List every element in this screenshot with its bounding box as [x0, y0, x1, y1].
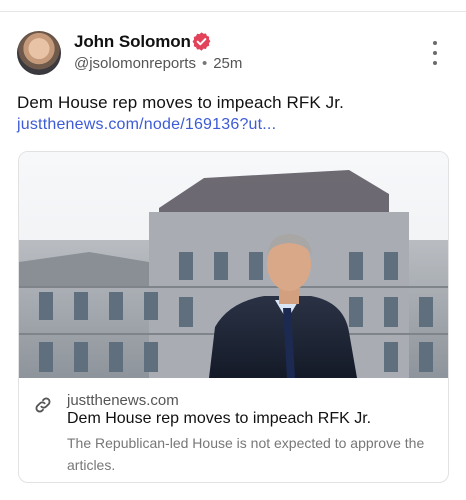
- feed-post: John Solomon @jsolomonreports • 25m Dem …: [0, 0, 466, 500]
- card-title: Dem House rep moves to impeach RFK Jr.: [67, 410, 372, 427]
- more-dot: [433, 51, 437, 55]
- more-options-icon[interactable]: [427, 41, 443, 65]
- more-dot: [433, 41, 437, 45]
- meta-separator: •: [201, 55, 208, 72]
- link-icon: [35, 397, 51, 413]
- card-domain: justthenews.com: [67, 392, 179, 409]
- author-name[interactable]: John Solomon: [74, 32, 191, 52]
- author-handle[interactable]: @jsolomonreports: [74, 55, 196, 72]
- author-meta: @jsolomonreports • 25m: [74, 55, 242, 72]
- card-meta: justthenews.com Dem House rep moves to i…: [19, 378, 448, 482]
- post-timestamp[interactable]: 25m: [213, 55, 242, 72]
- author-avatar[interactable]: [17, 31, 61, 75]
- card-description: The Republican-led House is not expected…: [67, 435, 425, 473]
- card-image[interactable]: [19, 152, 448, 378]
- post-link[interactable]: justthenews.com/node/169136?ut...: [17, 116, 276, 134]
- post-text: Dem House rep moves to impeach RFK Jr.: [17, 93, 344, 112]
- more-dot: [433, 61, 437, 65]
- verified-badge-icon: [192, 32, 211, 51]
- link-preview-card[interactable]: justthenews.com Dem House rep moves to i…: [18, 151, 449, 483]
